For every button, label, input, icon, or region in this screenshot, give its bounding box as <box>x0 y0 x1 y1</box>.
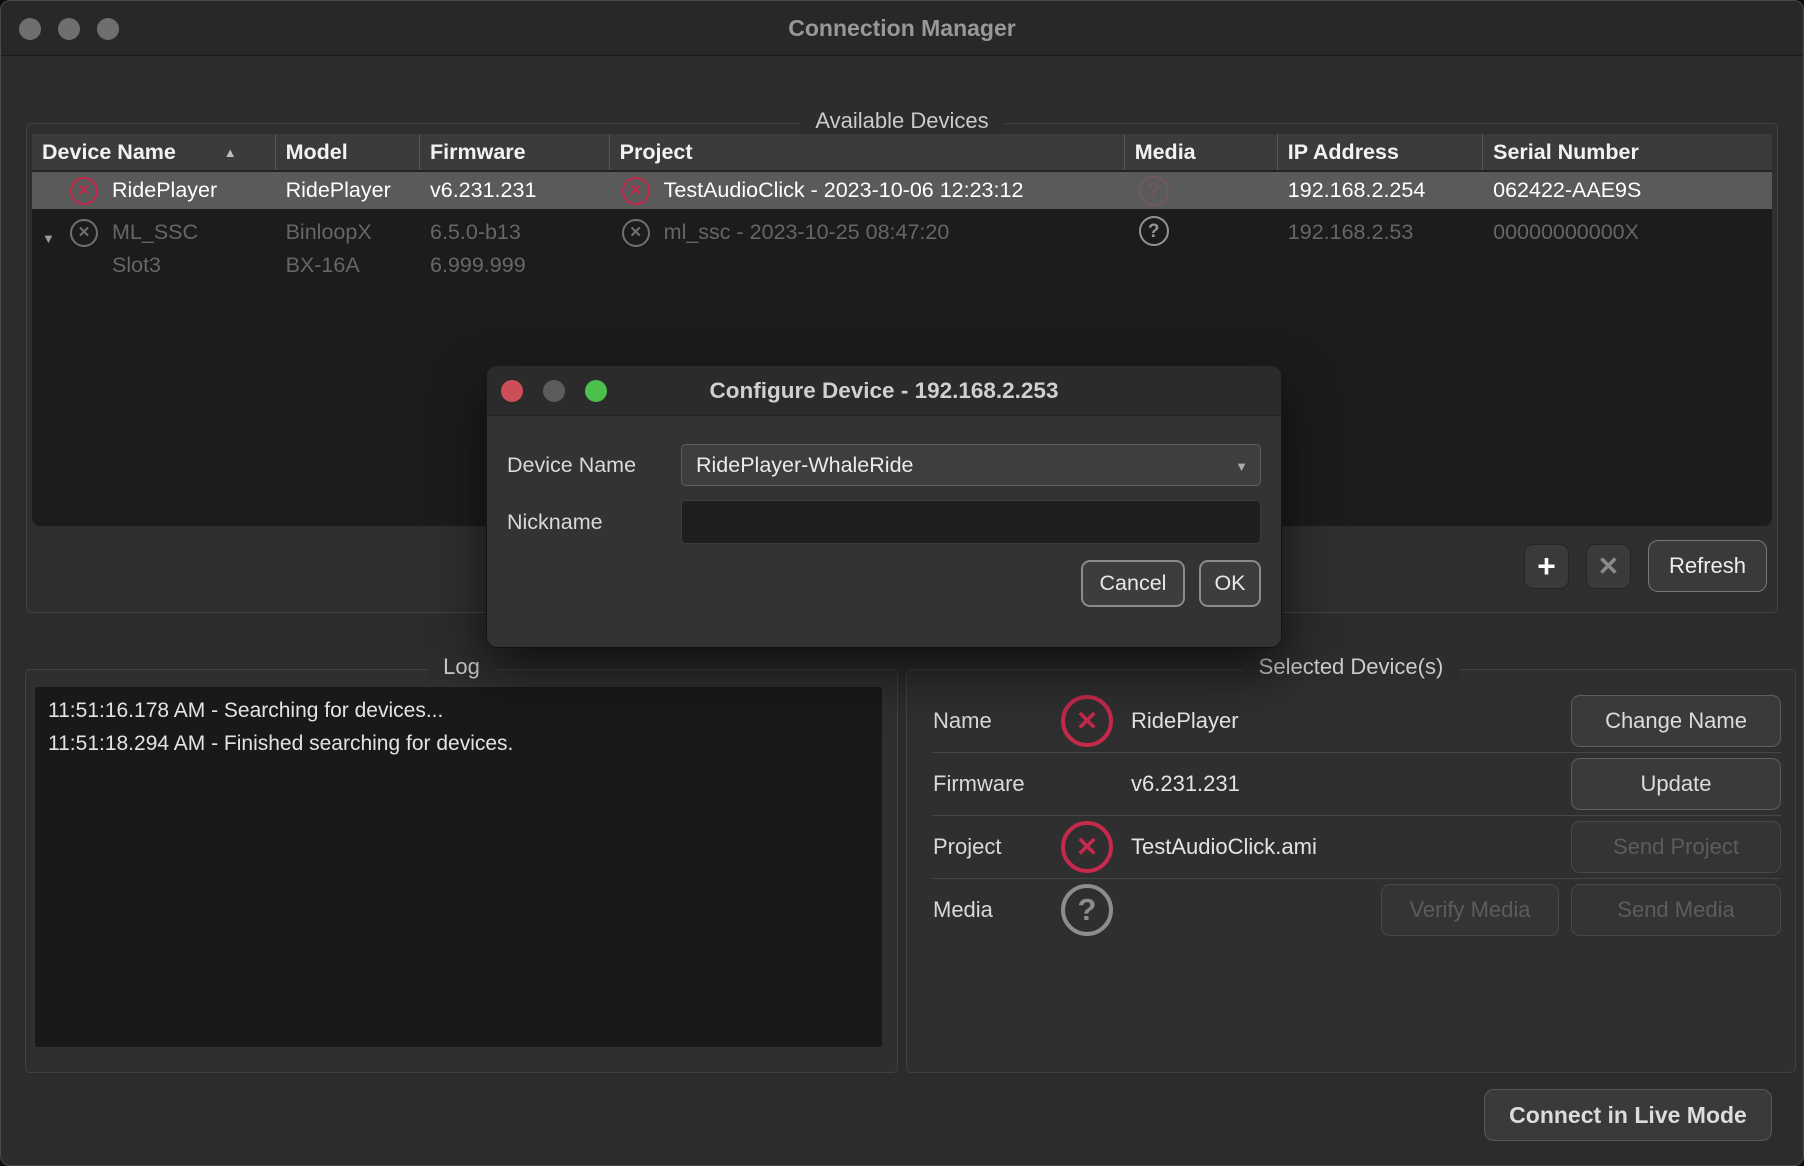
error-x-icon: ✕ <box>1061 821 1113 873</box>
media-label: Media <box>933 897 993 922</box>
column-header-serial-number[interactable]: Serial Number <box>1483 134 1772 170</box>
sort-ascending-icon: ▲ <box>223 144 237 160</box>
error-x-icon: ✕ <box>621 218 650 247</box>
column-header-media[interactable]: Media <box>1125 134 1278 170</box>
log-legend: Log <box>427 654 496 680</box>
name-label: Name <box>933 708 992 733</box>
column-header-ip-address[interactable]: IP Address <box>1278 134 1484 170</box>
ok-button[interactable]: OK <box>1199 560 1261 607</box>
media-cell: ? <box>1125 175 1278 206</box>
device-name-dropdown[interactable]: RidePlayer-WhaleRide ▼ <box>681 444 1261 486</box>
column-header-firmware[interactable]: Firmware <box>420 134 610 170</box>
project-text: TestAudioClick - 2023-10-06 12:23:12 <box>663 178 1024 202</box>
firmware-cell: 6.5.0-b13 6.999.999 <box>420 212 610 281</box>
dialog-body: Device Name RidePlayer-WhaleRide ▼ Nickn… <box>487 416 1281 607</box>
project-label: Project <box>933 834 1002 859</box>
selected-device-details: Name ✕ RidePlayer Change Name Firmware v… <box>933 690 1781 941</box>
available-devices-legend: Available Devices <box>799 108 1005 134</box>
device-subname-text: Slot3 <box>112 253 162 277</box>
device-name-cell: ▼ ✕ ML_SSC Slot3 <box>32 212 276 281</box>
firmware-value: v6.231.231 <box>1131 771 1240 796</box>
column-label: Model <box>285 139 348 164</box>
expand-arrow-icon[interactable]: ▼ <box>42 222 55 255</box>
log-output[interactable]: 11:51:16.178 AM - Searching for devices.… <box>35 687 882 1047</box>
project-value: TestAudioClick.ami <box>1131 834 1317 859</box>
media-unknown-icon: ? <box>1061 884 1113 936</box>
error-x-icon: ✕ <box>70 176 98 205</box>
selected-devices-group: Selected Device(s) Name ✕ RidePlayer Cha… <box>906 654 1796 1073</box>
chevron-down-icon: ▼ <box>1235 459 1248 474</box>
configure-device-dialog: Configure Device - 192.168.2.253 Device … <box>487 366 1281 647</box>
device-list-actions: + ✕ Refresh <box>1523 540 1767 592</box>
project-row: Project ✕ TestAudioClick.ami Send Projec… <box>933 816 1781 878</box>
project-cell: ✕ ml_ssc - 2023-10-25 08:47:20 <box>610 212 1125 281</box>
ip-cell: 192.168.2.254 <box>1287 178 1426 202</box>
dialog-title: Configure Device - 192.168.2.253 <box>709 378 1059 403</box>
error-x-icon: ✕ <box>1061 695 1113 747</box>
model-cell: BinloopX BX-16A <box>276 212 420 281</box>
media-cell: ? <box>1125 212 1278 281</box>
devices-table-header: Device Name ▲ Model Firmware Project Med… <box>32 134 1772 172</box>
model-cell: RidePlayer <box>285 178 391 202</box>
nickname-form-row: Nickname <box>507 500 1261 544</box>
device-row-ml-ssc[interactable]: ▼ ✕ ML_SSC Slot3 BinloopX BX-16A 6.5.0-b… <box>32 209 1772 281</box>
media-unknown-icon: ? <box>1138 175 1169 206</box>
log-entry: 11:51:16.178 AM - Searching for devices.… <box>48 699 444 722</box>
window-title: Connection Manager <box>788 15 1016 41</box>
device-name-text: ML_SSC <box>112 220 199 244</box>
connection-manager-window: Connection Manager Available Devices Dev… <box>0 0 1804 1166</box>
column-label: Device Name <box>42 139 176 164</box>
update-button[interactable]: Update <box>1571 758 1781 810</box>
column-label: IP Address <box>1287 139 1399 164</box>
serial-cell: 062422-AAE9S <box>1493 178 1642 202</box>
firmware-label: Firmware <box>933 771 1025 796</box>
nickname-field-label: Nickname <box>507 509 603 534</box>
column-label: Project <box>619 139 693 164</box>
serial-cell: 00000000000X <box>1493 220 1639 244</box>
column-label: Firmware <box>430 139 526 164</box>
nickname-input[interactable] <box>681 500 1261 544</box>
dialog-titlebar: Configure Device - 192.168.2.253 <box>487 366 1281 416</box>
model-text: BinloopX <box>285 220 372 244</box>
firmware-cell: v6.231.231 <box>430 178 537 202</box>
ip-cell: 192.168.2.53 <box>1287 220 1414 244</box>
device-row-rideplayer[interactable]: ✕ RidePlayer RidePlayer v6.231.231 ✕ Tes… <box>32 172 1772 209</box>
dialog-buttons: Cancel OK <box>507 560 1261 607</box>
send-project-button[interactable]: Send Project <box>1571 821 1781 873</box>
device-name-selected-value: RidePlayer-WhaleRide <box>696 452 914 477</box>
model-subtext: BX-16A <box>285 253 360 277</box>
column-label: Serial Number <box>1493 139 1639 164</box>
firmware-subtext: 6.999.999 <box>430 253 526 277</box>
column-header-model[interactable]: Model <box>276 134 420 170</box>
name-value: RidePlayer <box>1131 708 1239 733</box>
firmware-text: 6.5.0-b13 <box>430 220 521 244</box>
error-x-icon: ✕ <box>70 218 98 247</box>
selected-devices-legend: Selected Device(s) <box>1242 654 1460 680</box>
column-label: Media <box>1134 139 1196 164</box>
change-name-button[interactable]: Change Name <box>1571 695 1781 747</box>
verify-media-button[interactable]: Verify Media <box>1381 884 1559 936</box>
project-text: ml_ssc - 2023-10-25 08:47:20 <box>663 220 950 244</box>
name-row: Name ✕ RidePlayer Change Name <box>933 690 1781 752</box>
send-media-button[interactable]: Send Media <box>1571 884 1781 936</box>
log-entry: 11:51:18.294 AM - Finished searching for… <box>48 732 514 755</box>
device-name-cell: ✕ RidePlayer <box>32 176 276 205</box>
device-name-field-label: Device Name <box>507 452 637 477</box>
firmware-row: Firmware v6.231.231 Update <box>933 753 1781 815</box>
connect-in-live-mode-button[interactable]: Connect in Live Mode <box>1484 1089 1772 1141</box>
device-name-text: RidePlayer <box>112 178 218 202</box>
window-titlebar: Connection Manager <box>1 1 1803 56</box>
column-header-device-name[interactable]: Device Name ▲ <box>32 134 276 170</box>
refresh-button[interactable]: Refresh <box>1647 540 1767 592</box>
log-group: Log 11:51:16.178 AM - Searching for devi… <box>25 654 898 1073</box>
error-x-icon: ✕ <box>621 176 650 205</box>
media-row: Media ? Verify Media Send Media <box>933 879 1781 941</box>
project-cell: ✕ TestAudioClick - 2023-10-06 12:23:12 <box>610 176 1125 205</box>
cancel-button[interactable]: Cancel <box>1081 560 1185 607</box>
column-header-project[interactable]: Project <box>610 134 1125 170</box>
add-device-button[interactable]: + <box>1523 543 1569 589</box>
remove-device-button[interactable]: ✕ <box>1585 543 1631 589</box>
media-unknown-icon: ? <box>1138 216 1169 246</box>
device-name-form-row: Device Name RidePlayer-WhaleRide ▼ <box>507 444 1261 486</box>
